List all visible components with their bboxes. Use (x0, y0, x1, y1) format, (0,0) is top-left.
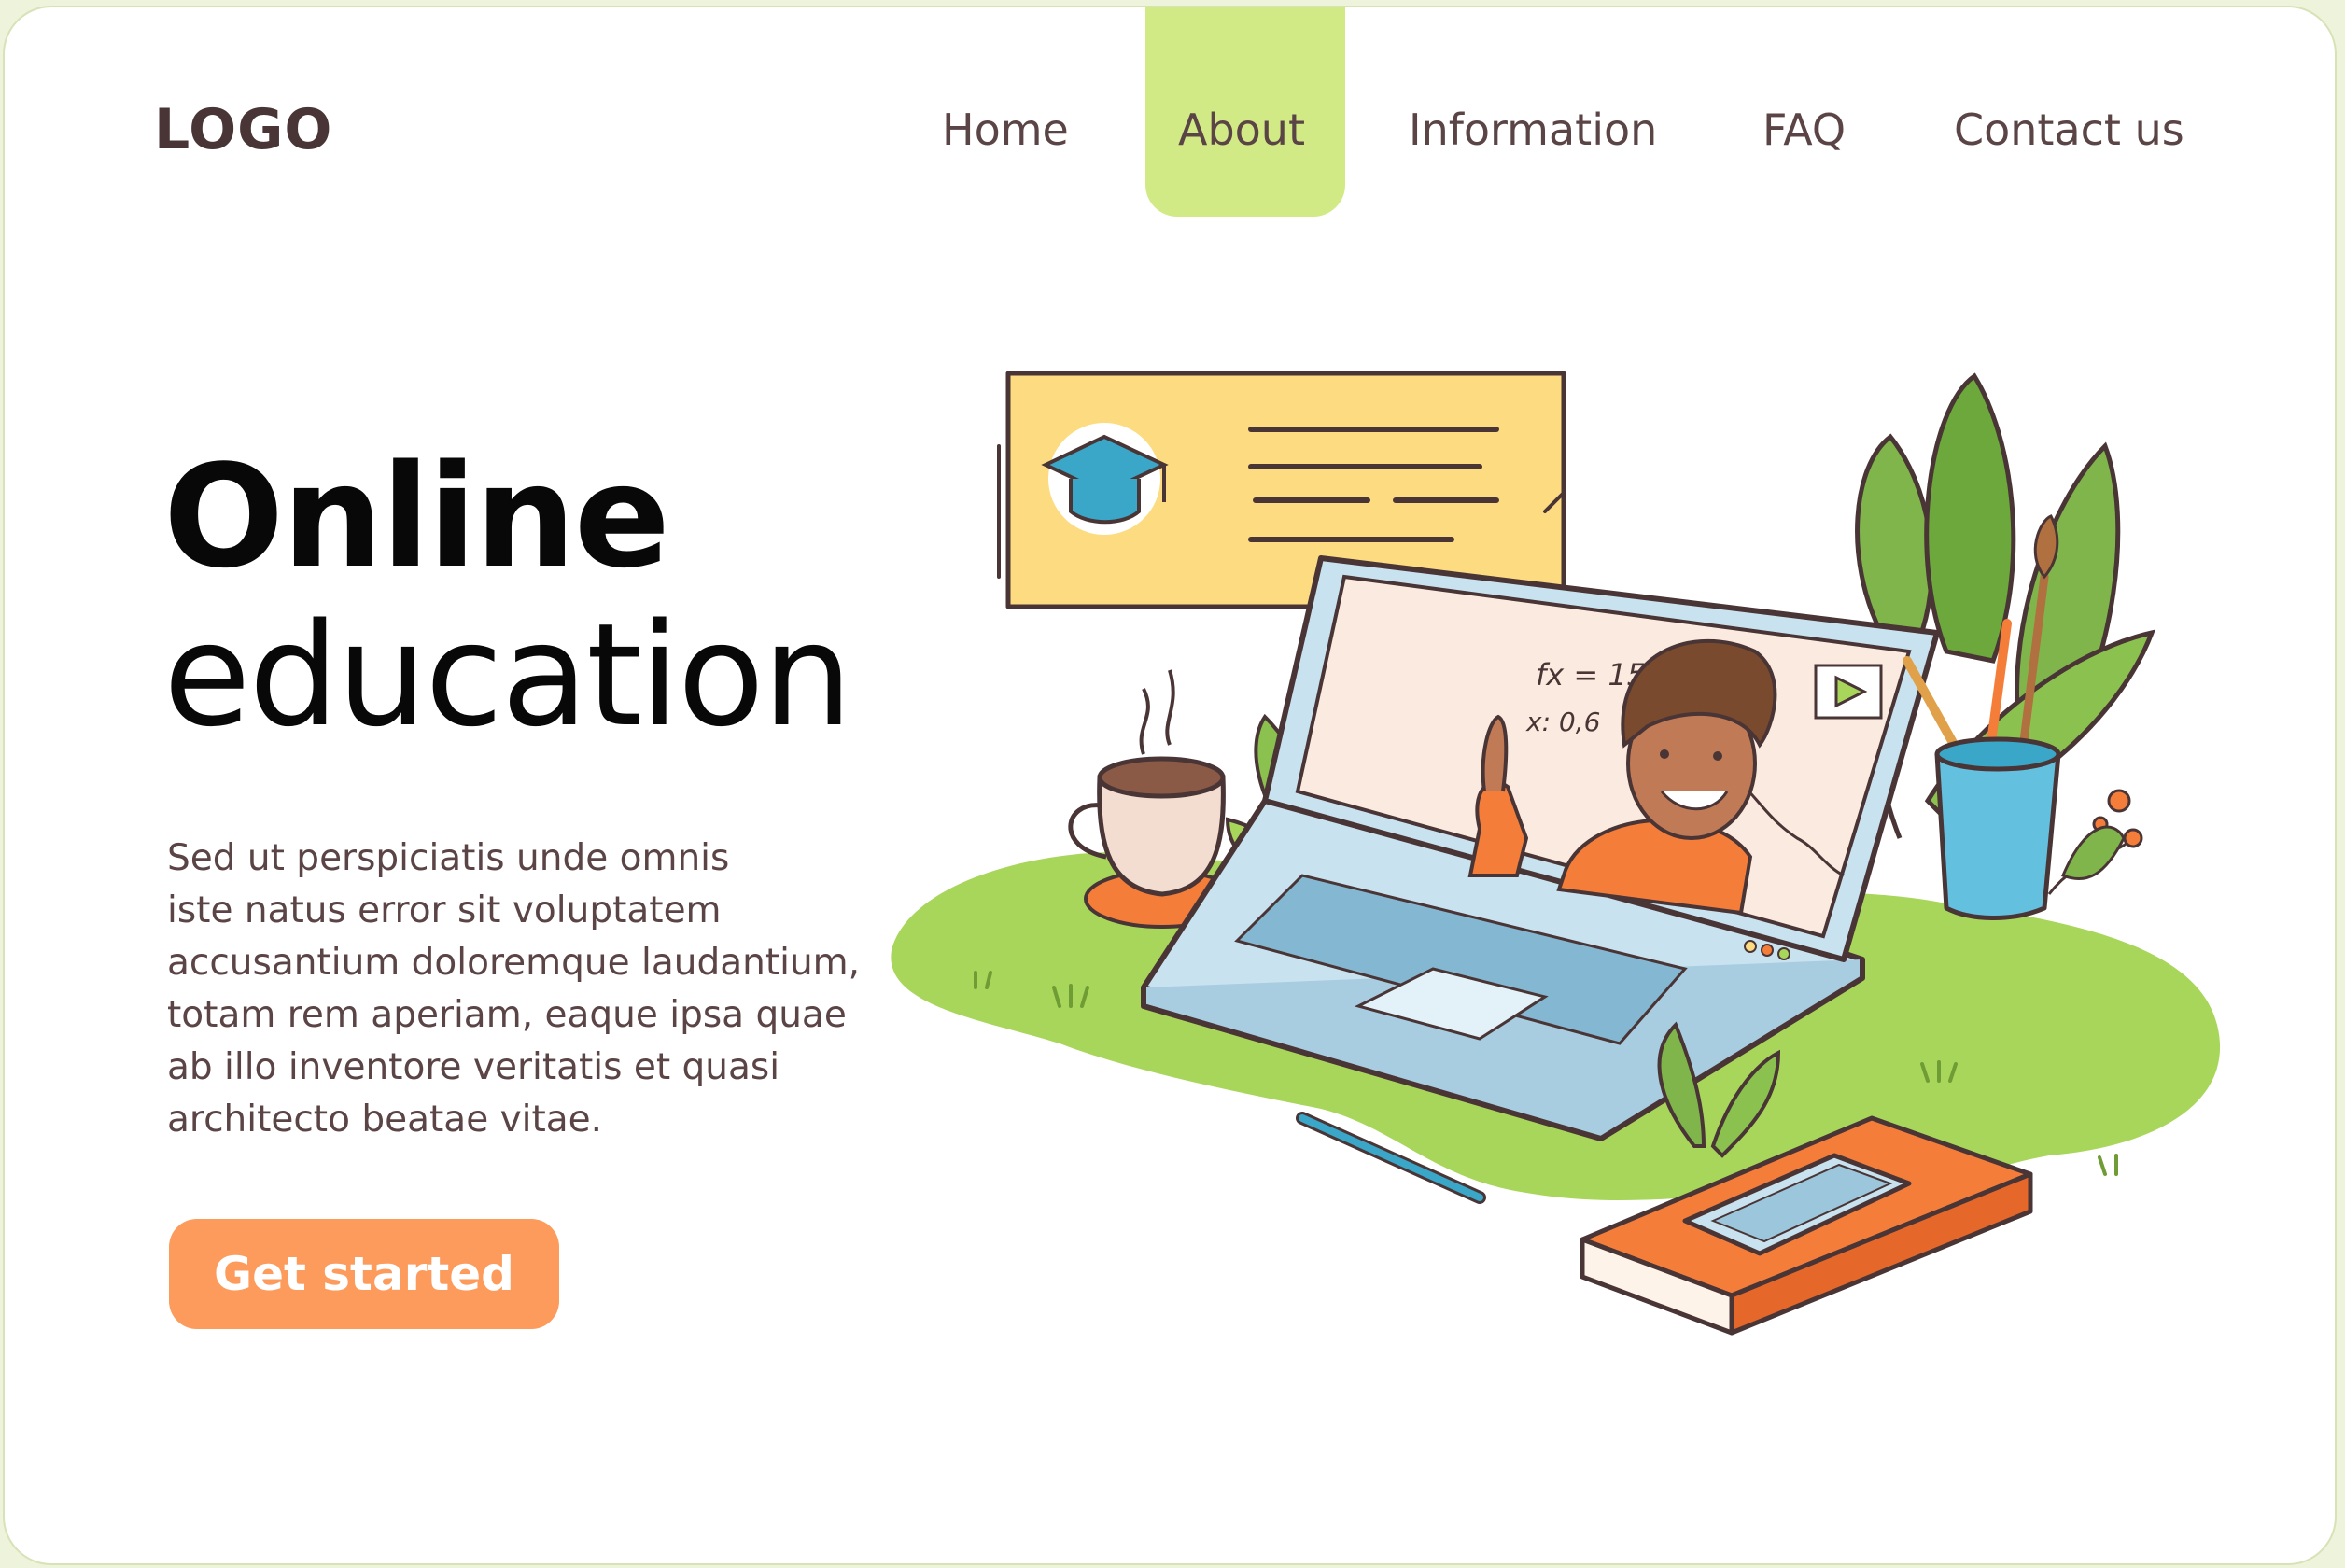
nav-about[interactable]: About (1178, 105, 1305, 155)
get-started-button[interactable]: Get started (169, 1219, 559, 1329)
nav-faq[interactable]: FAQ (1762, 105, 1846, 155)
hero-paragraph: Sed ut perspiciatis unde omnis iste natu… (167, 833, 942, 1146)
paragraph-line: architecto beatae vitae. (167, 1099, 603, 1141)
play-icon (1814, 664, 1883, 720)
hero-title-line-1: Online (163, 434, 670, 599)
hero-title-line-2: education (163, 593, 852, 758)
nav-contact-us[interactable]: Contact us (1954, 105, 2184, 155)
page-frame: LOGO Home About Information FAQ Contact … (3, 6, 2337, 1565)
berry-sprig (2047, 789, 2143, 895)
logo[interactable]: LOGO (154, 97, 332, 162)
paragraph-line: Sed ut perspiciatis unde omnis (167, 837, 730, 879)
paragraph-line: iste natus error sit voluptatem (167, 889, 722, 931)
board-formula-2: x: 0,6 (1525, 707, 1600, 737)
nav-home[interactable]: Home (942, 105, 1069, 155)
online-education-illustration: fx = 15 x: 0,6 (891, 371, 2221, 1336)
nav-information[interactable]: Information (1409, 105, 1657, 155)
paragraph-line: totam rem aperiam, eaque ipsa quae (167, 994, 847, 1036)
paragraph-line: accusantium doloremque laudantium, (167, 942, 861, 984)
paragraph-line: ab illo inventore veritatis et quasi (167, 1046, 780, 1088)
